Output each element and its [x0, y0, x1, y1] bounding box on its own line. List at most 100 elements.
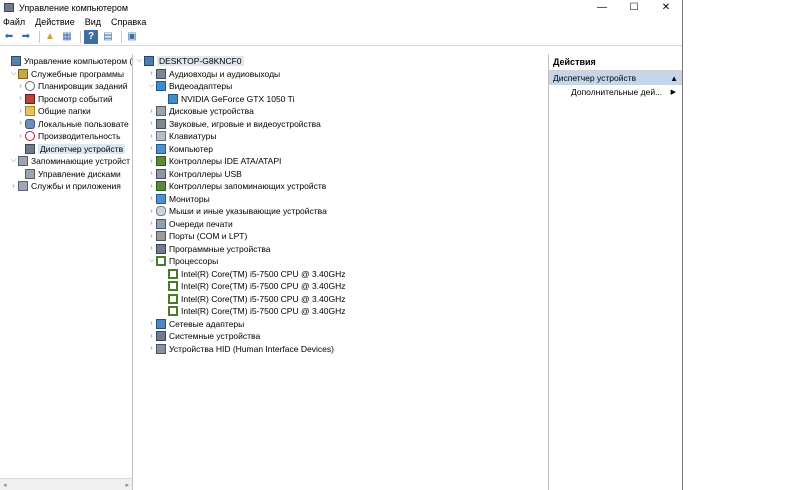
expander-icon[interactable]: ›: [147, 195, 156, 202]
tree-item[interactable]: Диспетчер устройств: [0, 143, 132, 156]
expander-icon[interactable]: ⌵: [147, 257, 156, 265]
title-bar: Управление компьютером — ☐ ✕: [0, 0, 682, 15]
expander-icon[interactable]: ›: [147, 158, 156, 165]
tree-item[interactable]: › Компьютер: [133, 143, 548, 156]
tree-item[interactable]: Intel(R) Core(TM) i5-7500 CPU @ 3.40GHz: [133, 305, 548, 318]
menu-file[interactable]: Файл: [3, 17, 25, 27]
tree-item[interactable]: Управление компьютером (л: [0, 55, 132, 68]
tree-item-label: Контроллеры IDE ATA/ATAPI: [169, 156, 282, 167]
minimize-button[interactable]: —: [586, 0, 618, 15]
navigation-tree: Управление компьютером (л ⌵ Служебные прог…: [0, 54, 132, 193]
expander-icon[interactable]: ›: [147, 108, 156, 115]
expander-icon[interactable]: ›: [147, 345, 156, 352]
tree-item[interactable]: NVIDIA GeForce GTX 1050 Ti: [133, 93, 548, 106]
expander-icon[interactable]: ⌵: [135, 57, 144, 65]
expander-icon[interactable]: ⌵: [9, 157, 18, 165]
device-icon: [156, 193, 166, 204]
help-icon[interactable]: ?: [84, 29, 98, 44]
more-actions-label: Дополнительные дей...: [571, 87, 663, 97]
tree-item[interactable]: › Очереди печати: [133, 218, 548, 231]
tree-item-label: Intel(R) Core(TM) i5-7500 CPU @ 3.40GHz: [181, 268, 346, 279]
tree-item[interactable]: Управление дисками: [0, 168, 132, 181]
expander-icon[interactable]: ›: [147, 133, 156, 140]
monitor-icon[interactable]: ▣: [125, 30, 139, 44]
menu-view[interactable]: Вид: [85, 17, 101, 27]
expander-icon[interactable]: ›: [16, 120, 25, 127]
tree-item[interactable]: › Порты (COM и LPT): [133, 230, 548, 243]
device-icon: [156, 343, 166, 354]
tree-item[interactable]: › Дисковые устройства: [133, 105, 548, 118]
tree-item[interactable]: › Общие папки: [0, 105, 132, 118]
expander-icon[interactable]: ›: [16, 108, 25, 115]
device-tree-pane: ⌵ DESKTOP-G8KNCF0 › Аудиовходы и аудиовыход…: [133, 54, 549, 490]
tree-item[interactable]: › Аудиовходы и аудиовыходы: [133, 68, 548, 81]
maximize-button[interactable]: ☐: [618, 0, 650, 15]
expander-icon[interactable]: ›: [147, 70, 156, 77]
tree-item[interactable]: Intel(R) Core(TM) i5-7500 CPU @ 3.40GHz: [133, 268, 548, 281]
tree-item-label: Клавиатуры: [169, 131, 217, 142]
tree-item[interactable]: ⌵ Служебные программы: [0, 68, 132, 81]
expander-icon[interactable]: ›: [147, 233, 156, 240]
tree-item[interactable]: › Контроллеры IDE ATA/ATAPI: [133, 155, 548, 168]
tree-item-label: Intel(R) Core(TM) i5-7500 CPU @ 3.40GHz: [181, 293, 346, 304]
expander-icon[interactable]: ›: [147, 145, 156, 152]
expander-icon[interactable]: ›: [147, 220, 156, 227]
menu-action[interactable]: Действие: [35, 17, 75, 27]
expander-icon[interactable]: ›: [147, 183, 156, 190]
tree-item[interactable]: › Контроллеры USB: [133, 168, 548, 181]
tree-item[interactable]: › Мыши и иные указывающие устройства: [133, 205, 548, 218]
tree-item[interactable]: › Просмотр событий: [0, 93, 132, 106]
expander-icon[interactable]: ›: [9, 183, 18, 190]
tree-item[interactable]: Intel(R) Core(TM) i5-7500 CPU @ 3.40GHz: [133, 280, 548, 293]
device-icon: [25, 168, 35, 179]
expander-icon[interactable]: ›: [16, 95, 25, 102]
tree-item[interactable]: › Мониторы: [133, 193, 548, 206]
expander-icon[interactable]: ›: [147, 333, 156, 340]
expander-icon[interactable]: ⌵: [9, 70, 18, 78]
close-button[interactable]: ✕: [650, 0, 682, 15]
tree-item-label: Процессоры: [169, 256, 219, 267]
actions-section-device-manager[interactable]: Диспетчер устройств ▲: [549, 71, 682, 85]
expander-icon[interactable]: ›: [147, 320, 156, 327]
expander-icon[interactable]: ⌵: [147, 82, 156, 90]
tree-item[interactable]: ⌵ Процессоры: [133, 255, 548, 268]
forward-arrow-icon[interactable]: ➡: [19, 30, 33, 44]
tree-item[interactable]: ⌵ DESKTOP-G8KNCF0: [133, 55, 548, 68]
expander-icon[interactable]: ›: [147, 245, 156, 252]
tree-item[interactable]: › Системные устройства: [133, 330, 548, 343]
tree-item[interactable]: › Производительность: [0, 130, 132, 143]
tree-item[interactable]: › Программные устройства: [133, 243, 548, 256]
scroll-right-icon[interactable]: ▸: [125, 481, 129, 489]
show-hide-tree-icon[interactable]: ▦: [60, 30, 74, 44]
back-arrow-icon[interactable]: ⬅: [2, 30, 16, 44]
scroll-left-icon[interactable]: ◂: [3, 481, 7, 489]
up-folder-icon[interactable]: ▲: [43, 30, 57, 44]
expander-icon[interactable]: ›: [16, 133, 25, 140]
tree-item[interactable]: › Службы и приложения: [0, 180, 132, 193]
expander-icon[interactable]: ›: [16, 83, 25, 90]
tree-item[interactable]: ⌵ Запоминающие устройст: [0, 155, 132, 168]
tree-item[interactable]: › Планировщик заданий: [0, 80, 132, 93]
tree-item-label: Запоминающие устройст: [31, 156, 131, 167]
content-panes: Управление компьютером (л ⌵ Служебные прог…: [0, 54, 682, 490]
tree-item[interactable]: ⌵ Видеоадаптеры: [133, 80, 548, 93]
expander-icon[interactable]: ›: [147, 170, 156, 177]
expander-icon[interactable]: ›: [147, 120, 156, 127]
menu-help[interactable]: Справка: [111, 17, 146, 27]
more-actions-item[interactable]: Дополнительные дей... ▶: [549, 85, 682, 99]
horizontal-scrollbar[interactable]: ◂ ▸: [0, 478, 132, 490]
actions-header: Действия: [549, 54, 682, 71]
device-icon: [156, 206, 166, 217]
submenu-arrow-icon: ▶: [670, 89, 676, 96]
device-icon: [168, 93, 178, 104]
tree-item[interactable]: › Устройства HID (Human Interface Devices…: [133, 343, 548, 356]
properties-icon[interactable]: ▤: [101, 30, 115, 44]
tree-item[interactable]: › Контроллеры запоминающих устройств: [133, 180, 548, 193]
tree-item[interactable]: › Клавиатуры: [133, 130, 548, 143]
tree-item[interactable]: › Сетевые адаптеры: [133, 318, 548, 331]
expander-icon[interactable]: ›: [147, 208, 156, 215]
tree-item[interactable]: › Звуковые, игровые и видеоустройства: [133, 118, 548, 131]
collapse-arrow-icon[interactable]: ▲: [670, 74, 678, 83]
tree-item[interactable]: › Локальные пользовате: [0, 118, 132, 131]
tree-item[interactable]: Intel(R) Core(TM) i5-7500 CPU @ 3.40GHz: [133, 293, 548, 306]
